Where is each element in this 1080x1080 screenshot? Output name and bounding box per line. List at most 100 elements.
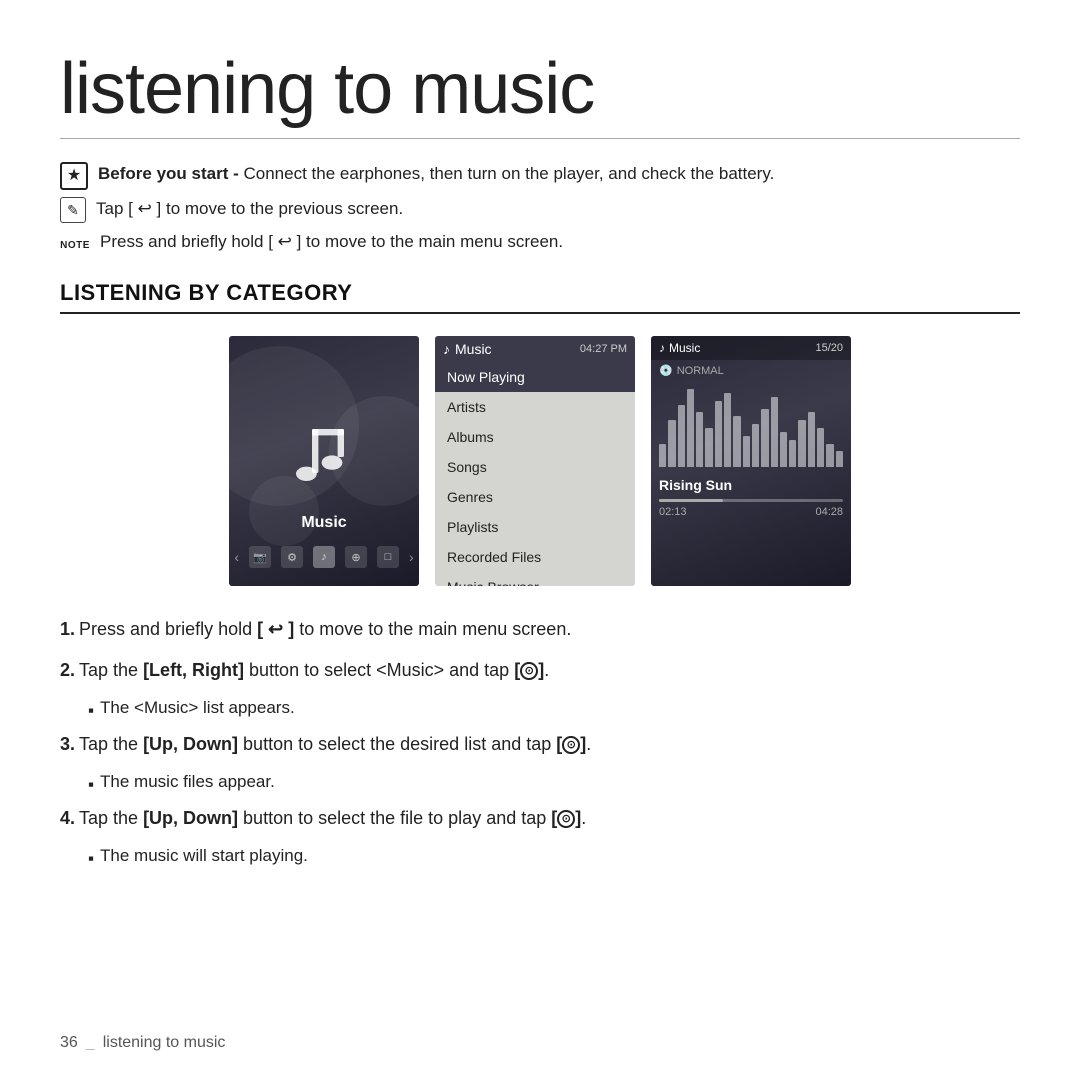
cd-icon: 💿: [659, 364, 673, 377]
eq-bar-7: [715, 401, 722, 467]
sub-bullet-4: ▪: [88, 849, 94, 869]
screen3-header: ♪ Music 15/20: [651, 336, 851, 360]
eq-bar-1: [659, 444, 666, 467]
music-note-small: ♪: [443, 341, 450, 357]
eq-bar-11: [752, 424, 759, 467]
nav-arrow-right: ›: [409, 549, 414, 565]
sub-bullet-3: ▪: [88, 775, 94, 795]
sub-text-3: The music files appear.: [100, 772, 275, 792]
screen1-music-main: Music ‹ 📷 ⚙ ♪ ⊕ □ ›: [229, 336, 419, 586]
menu-item-now-playing[interactable]: Now Playing: [435, 362, 635, 392]
instruction-3: 3. Tap the [Up, Down] button to select t…: [60, 731, 1020, 758]
key-back-1: [ ↩ ]: [257, 619, 294, 639]
screen1-nav: ‹ 📷 ⚙ ♪ ⊕ □ ›: [234, 546, 413, 568]
tip-row-1: ★ Before you start - Connect the earphon…: [60, 161, 1020, 190]
instruction-4: 4. Tap the [Up, Down] button to select t…: [60, 805, 1020, 832]
nav-icon-music: ♪: [313, 546, 335, 568]
screen3-progress-fill: [659, 499, 723, 502]
eq-bar-17: [808, 412, 815, 467]
instr3-bold1: [Up, Down]: [143, 734, 238, 754]
tip1-bold: Before you start -: [98, 164, 239, 183]
music-note-small-3: ♪: [659, 341, 665, 355]
instr-text-4: Tap the [Up, Down] button to select the …: [79, 805, 1020, 832]
instruction-2: 2. Tap the [Left, Right] button to selec…: [60, 657, 1020, 684]
screen3-time-total: 04:28: [815, 506, 843, 518]
screen3-now-playing: ♪ Music 15/20 💿 NORMAL: [651, 336, 851, 586]
instruction-2-sub: ▪ The <Music> list appears.: [88, 698, 1020, 721]
eq-bar-20: [836, 451, 843, 467]
equalizer-bars: [651, 381, 851, 471]
footer-label: listening to music: [103, 1034, 226, 1052]
menu-item-artists[interactable]: Artists: [435, 392, 635, 422]
menu-item-playlists[interactable]: Playlists: [435, 512, 635, 542]
screen3-title-text: Music: [669, 341, 700, 355]
instr-num-4: 4.: [60, 805, 75, 832]
eq-bar-5: [696, 412, 703, 467]
nav-icon-camera: 📷: [249, 546, 271, 568]
screen3-track-count: 15/20: [815, 342, 843, 354]
note-label: NOTE: [60, 230, 90, 260]
menu-item-albums[interactable]: Albums: [435, 422, 635, 452]
eq-bar-15: [789, 440, 796, 467]
eq-bar-3: [678, 405, 685, 467]
sub-bullet-2: ▪: [88, 701, 94, 721]
screen3-time-current: 02:13: [659, 506, 687, 518]
tip-row-3: NOTE Press and briefly hold [ ↩ ] to mov…: [60, 229, 1020, 260]
eq-bar-14: [780, 432, 787, 467]
instructions-section: 1. Press and briefly hold [ ↩ ] to move …: [60, 616, 1020, 869]
instr2-bold1: [Left, Right]: [143, 660, 244, 680]
nav-icon-radio: ⊕: [345, 546, 367, 568]
eq-bar-9: [733, 416, 740, 467]
screen3-header-left: ♪ Music: [659, 341, 700, 355]
page-content: listening to music ★ Before you start - …: [0, 0, 1080, 919]
instruction-3-sub: ▪ The music files appear.: [88, 772, 1020, 795]
pencil-icon: ✎: [60, 197, 86, 223]
music-note-svg: [284, 421, 364, 501]
eq-bar-19: [826, 444, 833, 467]
menu-item-recorded-files[interactable]: Recorded Files: [435, 542, 635, 572]
screen1-music-label: Music: [301, 514, 346, 532]
footer-page-num: 36: [60, 1034, 78, 1052]
tips-section: ★ Before you start - Connect the earphon…: [60, 161, 1020, 260]
tip1-rest: Connect the earphones, then turn on the …: [239, 164, 775, 183]
tip-text-3: Press and briefly hold [ ↩ ] to move to …: [100, 229, 1020, 255]
screenshots-row: Music ‹ 📷 ⚙ ♪ ⊕ □ › ♪ Music 04:27 PM Now…: [60, 336, 1020, 586]
menu-item-music-browser[interactable]: Music Browser: [435, 572, 635, 586]
mode-text: NORMAL: [677, 365, 724, 377]
nav-icon-gear: ⚙: [281, 546, 303, 568]
eq-bar-12: [761, 409, 768, 468]
tip-row-2: ✎ Tap [ ↩ ] to move to the previous scre…: [60, 196, 1020, 223]
nav-arrow-left: ‹: [234, 549, 239, 565]
star-icon: ★: [60, 162, 88, 190]
screen2-header-title: ♪ Music: [443, 341, 492, 357]
footer-divider: _: [86, 1034, 95, 1052]
tip3-text: Press and briefly hold [ ↩ ] to move to …: [100, 232, 563, 251]
instr-num-3: 3.: [60, 731, 75, 758]
screen3-mode: 💿 NORMAL: [651, 360, 851, 381]
page-footer: 36 _ listening to music: [60, 1034, 225, 1052]
menu-item-genres[interactable]: Genres: [435, 482, 635, 512]
screen3-times: 02:13 04:28: [651, 506, 851, 518]
eq-bar-13: [771, 397, 778, 467]
key-ok-2: [⊙]: [514, 660, 544, 680]
screen3-song-title: Rising Sun: [651, 471, 851, 499]
instr-num-2: 2.: [60, 657, 75, 684]
instr-text-2: Tap the [Left, Right] button to select <…: [79, 657, 1020, 684]
menu-item-songs[interactable]: Songs: [435, 452, 635, 482]
music-note-icon: [284, 421, 364, 506]
section-heading: LISTENING BY CATEGORY: [60, 280, 1020, 314]
page-title: listening to music: [60, 48, 1020, 139]
instruction-1: 1. Press and briefly hold [ ↩ ] to move …: [60, 616, 1020, 643]
nav-icon-image: □: [377, 546, 399, 568]
key-ok-3: [⊙]: [556, 734, 586, 754]
screen2-header: ♪ Music 04:27 PM: [435, 336, 635, 362]
instruction-4-sub: ▪ The music will start playing.: [88, 846, 1020, 869]
eq-bar-18: [817, 428, 824, 467]
eq-bar-10: [743, 436, 750, 467]
eq-bar-6: [705, 428, 712, 467]
sub-text-4: The music will start playing.: [100, 846, 308, 866]
instr-num-1: 1.: [60, 616, 75, 643]
eq-bar-4: [687, 389, 694, 467]
tip-text-1: Before you start - Connect the earphones…: [98, 161, 1020, 187]
instr4-bold1: [Up, Down]: [143, 808, 238, 828]
